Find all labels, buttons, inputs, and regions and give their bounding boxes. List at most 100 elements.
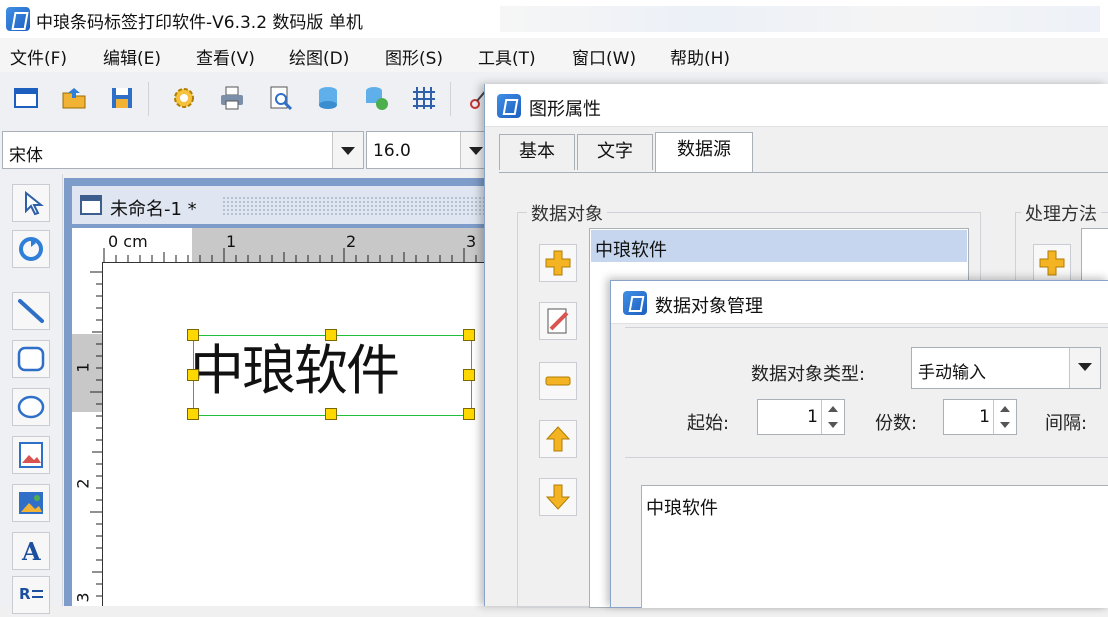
ruler-ticks — [103, 228, 490, 262]
resize-handle[interactable] — [325, 329, 337, 341]
dialog-title-bar[interactable]: 图形属性 — [485, 84, 1108, 127]
font-family-value: 宋体 — [9, 146, 43, 166]
print-preview-icon[interactable] — [266, 84, 294, 112]
ruler-v-mark-1: 1 — [73, 362, 93, 373]
start-stepper[interactable]: 1 — [757, 399, 845, 435]
image-tool-icon[interactable] — [12, 436, 50, 474]
font-toolbar: 宋体 16.0 — [0, 128, 500, 174]
stepper-arrows-icon[interactable] — [821, 400, 844, 434]
app-logo-icon — [6, 7, 30, 31]
data-type-select[interactable]: 手动输入 — [911, 347, 1101, 389]
font-size-value: 16.0 — [373, 141, 411, 161]
label-text[interactable]: 中琅软件 — [190, 326, 400, 416]
text-tool-icon[interactable]: A — [12, 532, 50, 570]
resize-handle[interactable] — [187, 408, 199, 420]
rounded-rect-tool-icon[interactable] — [12, 340, 50, 378]
copies-stepper[interactable]: 1 — [943, 399, 1017, 435]
copies-label: 份数: — [875, 413, 918, 434]
font-size-select[interactable]: 16.0 — [366, 131, 492, 169]
picture-tool-icon[interactable] — [12, 484, 50, 522]
title-bar: 中琅条码标签打印软件-V6.3.2 数码版 单机 — [0, 0, 1108, 38]
app-logo-icon — [623, 291, 647, 315]
document-tab[interactable]: 未命名-1 * — [72, 186, 502, 224]
document-icon — [80, 195, 102, 215]
line-tool-icon[interactable] — [12, 292, 50, 330]
svg-text:R: R — [19, 585, 31, 603]
drawing-tools-panel: A R — [0, 174, 63, 614]
menu-help[interactable]: 帮助(H) — [670, 44, 730, 69]
document-tab-title: 未命名-1 * — [110, 199, 197, 220]
settings-gear-icon[interactable] — [170, 84, 198, 112]
resize-handle[interactable] — [187, 329, 199, 341]
data-object-group-label: 数据对象 — [527, 200, 607, 226]
app-logo-icon — [497, 94, 521, 118]
dialog-title-bar[interactable]: 数据对象管理 — [611, 281, 1108, 324]
title-bar-background — [500, 6, 1100, 32]
stepper-arrows-icon[interactable] — [993, 400, 1016, 434]
save-icon[interactable] — [108, 84, 136, 112]
tab-basic[interactable]: 基本 — [499, 134, 575, 170]
toolbar-separator — [450, 82, 451, 116]
move-down-button[interactable] — [539, 478, 577, 516]
menu-bar: 文件(F) 编辑(E) 查看(V) 绘图(D) 图形(S) 工具(T) 窗口(W… — [0, 38, 1108, 72]
tab-drag-area[interactable] — [222, 196, 492, 216]
menu-file[interactable]: 文件(F) — [10, 44, 67, 69]
menu-shape[interactable]: 图形(S) — [385, 44, 443, 69]
horizontal-ruler: 0 cm 1 2 3 — [100, 228, 490, 263]
move-up-button[interactable] — [539, 420, 577, 458]
ruler-v-mark-3: 3 — [73, 592, 93, 603]
database-settings-icon[interactable] — [362, 84, 390, 112]
menu-window[interactable]: 窗口(W) — [572, 44, 636, 69]
list-item[interactable]: 中琅软件 — [591, 230, 967, 262]
data-object-manager-dialog: 数据对象管理 数据对象类型: 手动输入 起始: 1 份数: 1 间隔: 中琅软件 — [610, 280, 1108, 608]
ellipse-tool-icon[interactable] — [12, 388, 50, 426]
grid-icon[interactable] — [410, 84, 438, 112]
resize-handle[interactable] — [463, 369, 475, 381]
open-folder-icon[interactable] — [60, 84, 88, 112]
edit-data-object-button[interactable] — [539, 302, 577, 340]
pan-tool-icon[interactable] — [12, 230, 50, 268]
ruler-mark-2: 2 — [346, 232, 357, 251]
tab-text[interactable]: 文字 — [577, 134, 653, 170]
ruler-mark-1: 1 — [226, 232, 237, 251]
rich-text-tool-icon[interactable]: R — [12, 576, 50, 614]
add-process-button[interactable] — [1033, 244, 1071, 282]
add-data-object-button[interactable] — [539, 244, 577, 282]
chevron-down-icon[interactable] — [332, 132, 363, 168]
menu-edit[interactable]: 编辑(E) — [103, 44, 161, 69]
delete-data-object-button[interactable] — [539, 362, 577, 400]
menu-draw[interactable]: 绘图(D) — [289, 44, 349, 69]
resize-handle[interactable] — [325, 408, 337, 420]
start-value: 1 — [807, 407, 818, 427]
tab-data-source[interactable]: 数据源 — [655, 132, 753, 172]
dialog-title: 数据对象管理 — [655, 296, 763, 317]
chevron-down-icon[interactable] — [1069, 348, 1100, 388]
pointer-tool-icon[interactable] — [12, 184, 50, 222]
data-type-value: 手动输入 — [918, 363, 986, 383]
font-family-select[interactable]: 宋体 — [2, 131, 364, 169]
database-icon[interactable] — [314, 84, 342, 112]
menu-view[interactable]: 查看(V) — [196, 44, 255, 69]
label-canvas[interactable] — [103, 263, 493, 606]
new-window-icon[interactable] — [12, 84, 40, 112]
interval-label: 间隔: — [1045, 413, 1088, 434]
tab-divider — [499, 172, 1108, 173]
resize-handle[interactable] — [463, 329, 475, 341]
group-border — [625, 457, 1108, 458]
content-textarea[interactable]: 中琅软件 — [641, 485, 1108, 608]
dialog-title: 图形属性 — [529, 99, 601, 120]
print-icon[interactable] — [218, 84, 246, 112]
vertical-ruler: 1 2 3 — [72, 262, 103, 606]
resize-handle[interactable] — [463, 408, 475, 420]
content-text: 中琅软件 — [646, 498, 718, 519]
process-method-group-label: 处理方法 — [1021, 200, 1101, 226]
menu-tools[interactable]: 工具(T) — [478, 44, 536, 69]
ruler-unit-label: 0 cm — [108, 232, 148, 251]
toolbar-separator — [148, 82, 149, 116]
ruler-ticks — [72, 271, 102, 597]
start-label: 起始: — [687, 413, 730, 434]
data-type-label: 数据对象类型: — [751, 364, 866, 385]
ruler-v-mark-2: 2 — [73, 478, 93, 489]
group-border — [625, 327, 1108, 328]
resize-handle[interactable] — [187, 369, 199, 381]
